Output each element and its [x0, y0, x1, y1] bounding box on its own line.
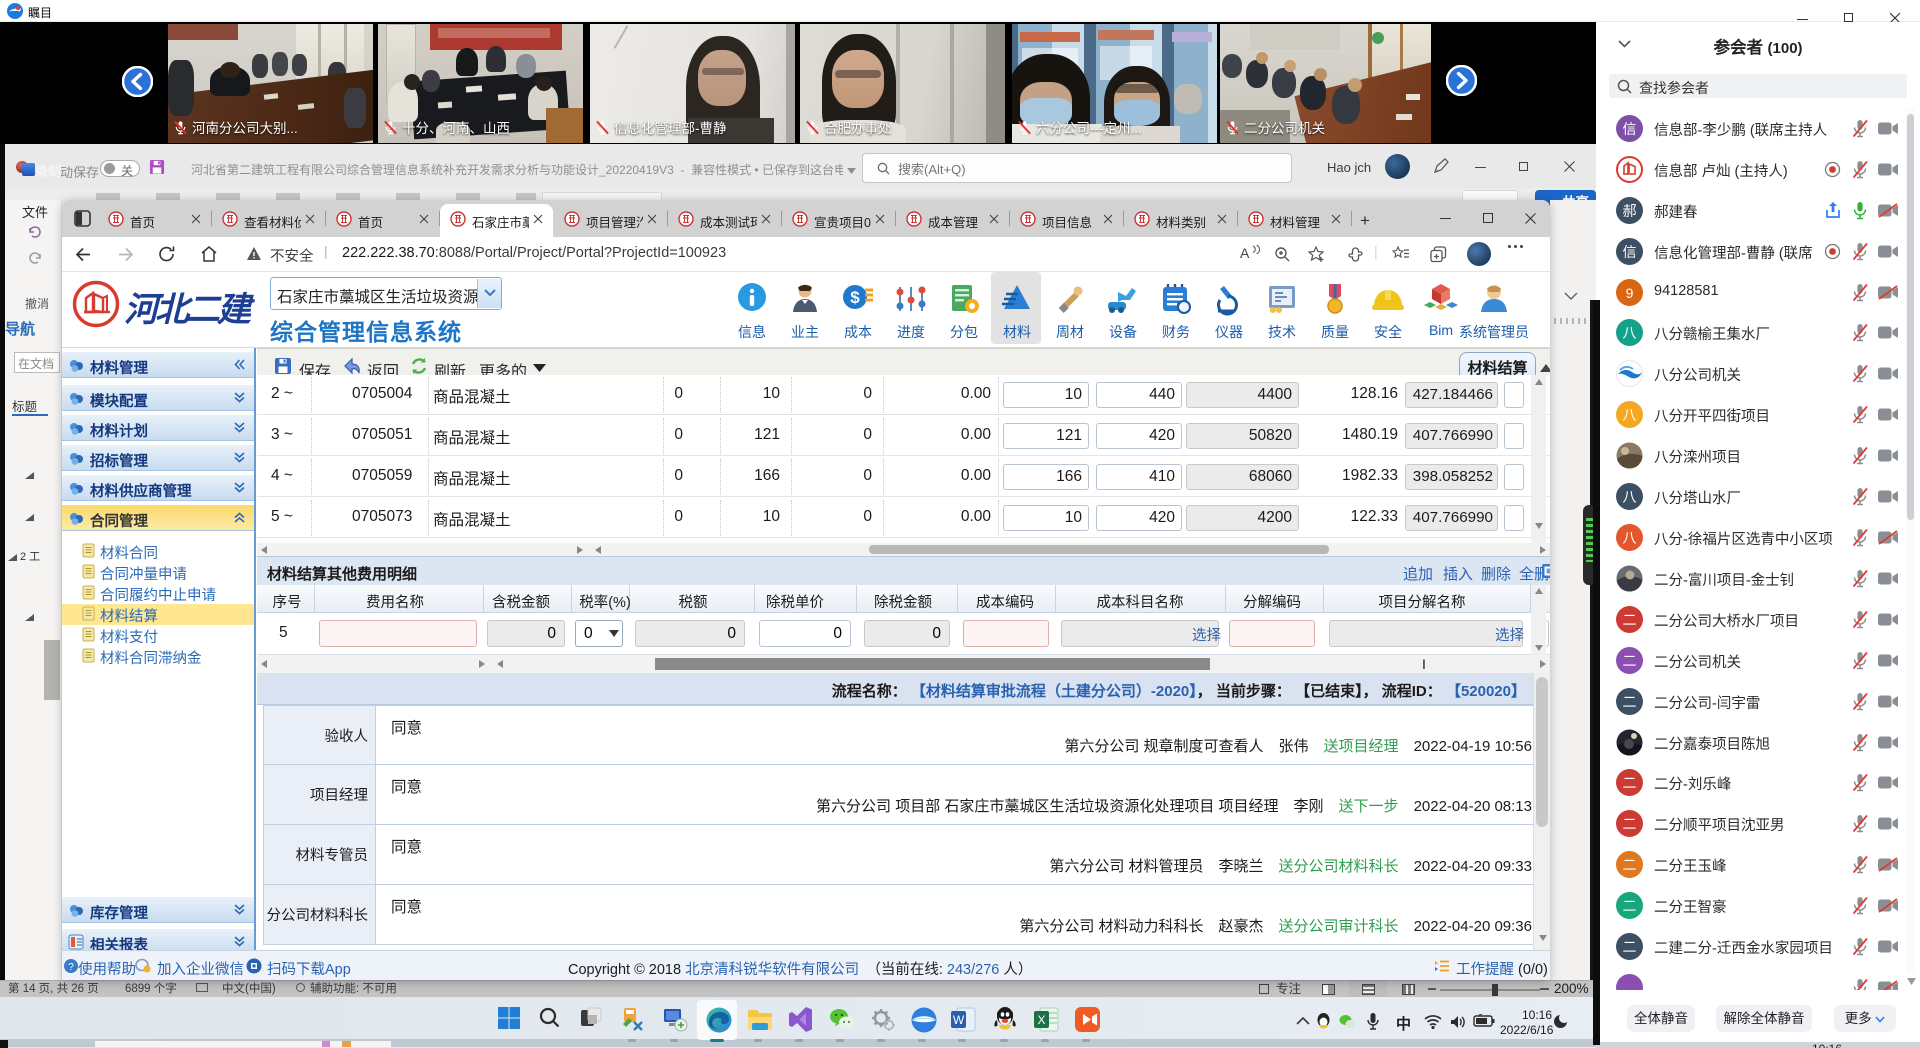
svg-text:?: ? — [68, 962, 74, 973]
svg-text:X: X — [1037, 1013, 1045, 1027]
svg-text:$: $ — [850, 288, 860, 307]
svg-text:W: W — [953, 1013, 965, 1027]
